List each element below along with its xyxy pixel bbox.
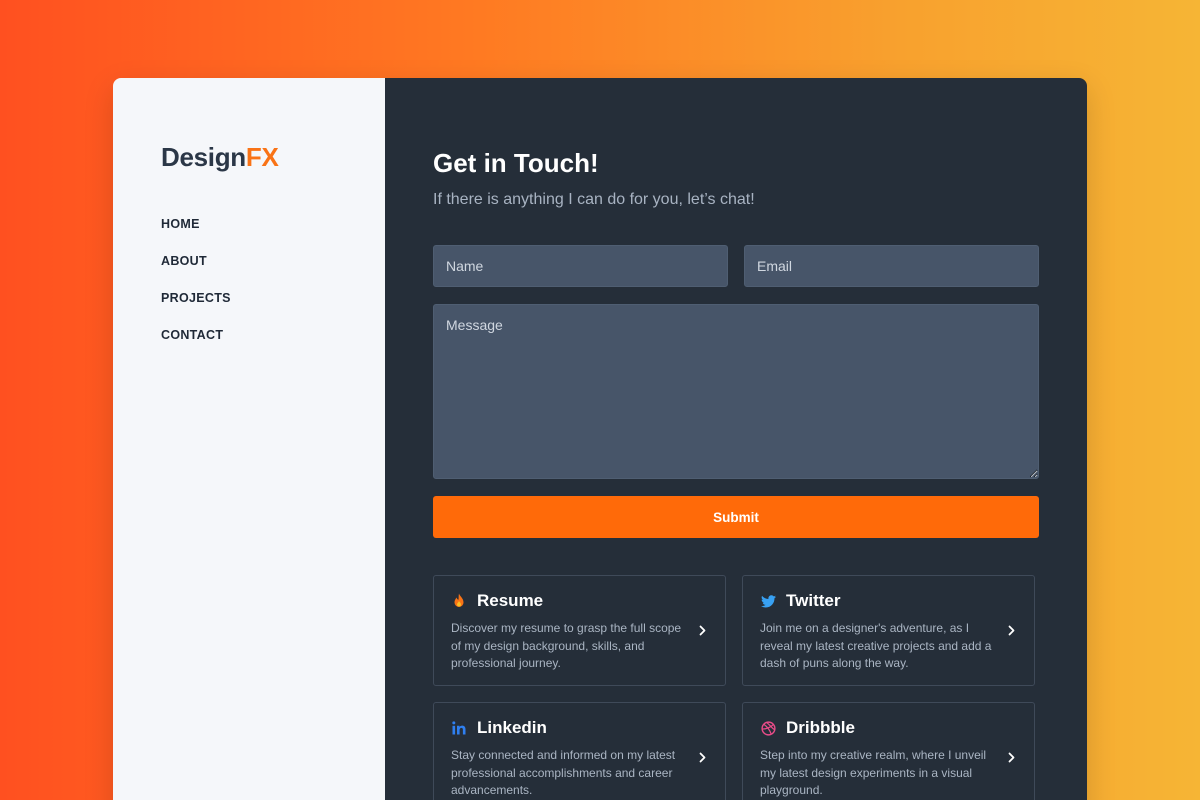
nav-item-home[interactable]: HOME	[161, 217, 200, 231]
twitter-icon	[760, 593, 776, 609]
app-window: DesignFX HOME ABOUT PROJECTS CONTACT Get…	[113, 78, 1087, 800]
chevron-right-icon	[1006, 752, 1016, 764]
card-linkedin[interactable]: Linkedin Stay connected and informed on …	[433, 702, 726, 800]
card-description: Step into my creative realm, where I unv…	[760, 748, 987, 797]
card-title: Linkedin	[477, 718, 547, 737]
chevron-right-icon	[697, 752, 707, 764]
card-resume[interactable]: Resume Discover my resume to grasp the f…	[433, 575, 726, 686]
page-subtitle: If there is anything I can do for you, l…	[433, 191, 755, 208]
chevron-right-icon	[1006, 625, 1016, 637]
card-title: Twitter	[786, 591, 841, 610]
card-description: Join me on a designer's adventure, as I …	[760, 621, 992, 670]
page-title: Get in Touch!	[433, 148, 599, 178]
card-description: Discover my resume to grasp the full sco…	[451, 621, 682, 670]
nav-item-contact[interactable]: CONTACT	[161, 328, 223, 342]
message-textarea[interactable]	[433, 304, 1039, 479]
contact-section: Get in Touch! If there is anything I can…	[385, 78, 1087, 800]
chevron-right-icon	[697, 625, 707, 637]
card-description: Stay connected and informed on my latest…	[451, 748, 676, 797]
card-dribbble[interactable]: Dribbble Step into my creative realm, wh…	[742, 702, 1035, 800]
card-title: Resume	[477, 591, 544, 610]
linkedin-icon	[451, 720, 467, 736]
name-input[interactable]	[433, 245, 728, 287]
submit-button[interactable]: Submit	[433, 496, 1039, 538]
email-input[interactable]	[744, 245, 1039, 287]
fire-icon	[451, 593, 467, 609]
sidebar: DesignFX HOME ABOUT PROJECTS CONTACT	[113, 78, 385, 800]
card-title: Dribbble	[786, 718, 855, 737]
dribbble-icon	[760, 720, 776, 736]
contact-form: Submit	[433, 245, 1039, 538]
card-twitter[interactable]: Twitter Join me on a designer's adventur…	[742, 575, 1035, 686]
logo-accent: FX	[245, 142, 279, 172]
logo[interactable]: DesignFX	[161, 142, 337, 173]
nav-menu: HOME ABOUT PROJECTS CONTACT	[161, 215, 337, 344]
social-cards: Resume Discover my resume to grasp the f…	[433, 575, 1039, 800]
nav-item-projects[interactable]: PROJECTS	[161, 291, 231, 305]
nav-item-about[interactable]: ABOUT	[161, 254, 207, 268]
logo-text: Design	[161, 142, 246, 172]
